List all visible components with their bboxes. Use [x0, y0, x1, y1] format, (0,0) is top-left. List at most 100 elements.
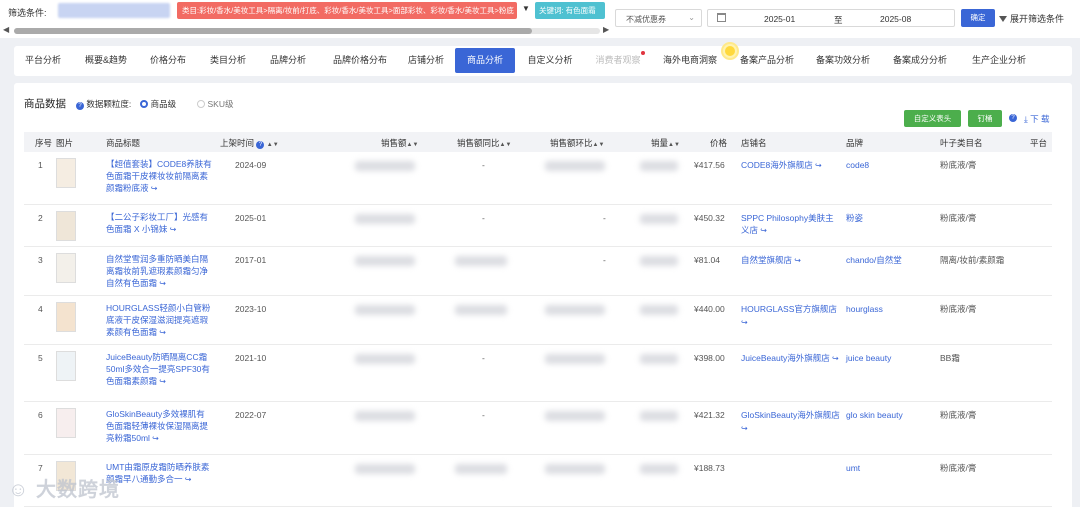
product-title-link[interactable]: 【超值套装】CODE8养肤有色面霜干皮裸妆妆前隔离素颜霜粉底液 ↪: [106, 158, 212, 195]
col-sales-mom[interactable]: 销售额环比▲▼: [550, 137, 604, 149]
tab-brand[interactable]: 品牌分析: [262, 48, 314, 73]
shop-name-link[interactable]: JuiceBeauty海外旗舰店 ↪: [741, 352, 841, 365]
shop-name-text[interactable]: 自然堂旗舰店: [741, 255, 792, 265]
dropdown-triangle-icon[interactable]: ▼: [522, 4, 530, 13]
shop-name-text[interactable]: GloSkinBeauty海外旗舰店: [741, 410, 840, 420]
tab-category[interactable]: 类目分析: [202, 48, 254, 73]
radio-sku-level[interactable]: SKU级: [196, 99, 234, 109]
help-icon[interactable]: ?: [76, 102, 84, 110]
sort-icon[interactable]: ▲▼: [267, 142, 279, 148]
help-icon[interactable]: ?: [1009, 114, 1017, 122]
scroll-left-icon[interactable]: ◀: [3, 25, 9, 34]
pin-button[interactable]: 钉桶: [968, 110, 1002, 127]
tab-product[interactable]: 商品分析: [455, 48, 515, 73]
open-link-icon[interactable]: ↪: [149, 184, 158, 193]
brand-link[interactable]: code8: [846, 159, 869, 171]
price: ¥398.00: [694, 353, 725, 363]
product-title-link[interactable]: GloSkinBeauty多效裸肌有色面霜轻薄裸妆保湿隔离提亮粉霜50ml ↪: [106, 408, 212, 445]
product-title-text[interactable]: 【超值套装】CODE8养肤有色面霜干皮裸妆妆前隔离素颜霜粉底液: [106, 159, 212, 193]
open-link-icon[interactable]: ↪: [157, 328, 166, 337]
brand-link[interactable]: hourglass: [846, 303, 883, 315]
tab-price-distribution[interactable]: 价格分布: [142, 48, 194, 73]
category-filter-tag[interactable]: 类目:彩妆/香水/美妆工具>隔离/妆前/打底、彩妆/香水/美妆工具>面部彩妆、彩…: [177, 2, 517, 19]
sort-icon[interactable]: ▲▼: [593, 142, 605, 148]
download-button[interactable]: ⤓ 下 载: [1024, 113, 1050, 125]
tab-overseas[interactable]: 海外电商洞察: [654, 48, 726, 73]
expand-filters-button[interactable]: 展开筛选条件: [999, 12, 1064, 25]
product-title-text[interactable]: 【二公子彩妆工厂】光感有色面霜 X 小锦妹: [106, 212, 208, 234]
shop-name-text[interactable]: JuiceBeauty海外旗舰店: [741, 353, 830, 363]
sales-mom: -: [603, 213, 606, 223]
shop-name-link[interactable]: 自然堂旗舰店 ↪: [741, 254, 841, 267]
tab-manufacturer[interactable]: 生产企业分析: [964, 48, 1034, 73]
tab-brand-price[interactable]: 品牌价格分布: [322, 48, 398, 73]
product-thumbnail[interactable]: [56, 253, 76, 283]
radio-sku-label: SKU级: [207, 99, 234, 109]
open-link-icon[interactable]: ↪: [741, 318, 748, 327]
shop-name-link[interactable]: CODE8海外旗舰店 ↪: [741, 159, 841, 172]
launch-date: 2023-10: [235, 304, 267, 314]
col-volume[interactable]: 销量▲▼: [651, 137, 680, 149]
brand-link[interactable]: umt: [846, 462, 860, 474]
tab-filing-efficacy[interactable]: 备案功效分析: [810, 48, 876, 73]
shop-name-text[interactable]: HOURGLASS官方旗舰店: [741, 304, 837, 314]
shop-name-text[interactable]: SPPC Philosophy美肤主义店: [741, 213, 834, 235]
tab-shop[interactable]: 店铺分析: [400, 48, 452, 73]
open-link-icon[interactable]: ↪: [813, 161, 822, 170]
date-range-picker[interactable]: 2025-01 至 2025-08: [707, 9, 955, 27]
tab-filing-ingredient[interactable]: 备案成分分析: [887, 48, 953, 73]
open-link-icon[interactable]: ↪: [167, 225, 177, 234]
product-thumbnail[interactable]: [56, 211, 76, 241]
product-thumbnail[interactable]: [56, 351, 76, 381]
open-link-icon[interactable]: ↪: [792, 256, 801, 265]
col-launch[interactable]: 上架时间 ? ▲▼: [220, 137, 279, 149]
coupon-select[interactable]: 不减优惠券 ⌄: [615, 9, 702, 27]
product-title-text[interactable]: UMT由霜原皮霜防晒养肤素颜霜早八通勤多合一: [106, 462, 209, 484]
tab-overview-trend[interactable]: 概要&趋势: [76, 48, 136, 73]
product-thumbnail[interactable]: [56, 158, 76, 188]
product-title-link[interactable]: JuiceBeauty防晒隔离CC霜50ml多效合一提亮SPF30有色面霜素颜霜…: [106, 351, 212, 388]
tab-consumer[interactable]: 消费者观察: [588, 48, 648, 73]
sales-yoy: -: [482, 160, 485, 170]
sort-icon[interactable]: ▲▼: [407, 142, 419, 148]
custom-header-button[interactable]: 自定义表头: [904, 110, 961, 127]
confirm-button[interactable]: 确定: [961, 9, 995, 27]
help-icon[interactable]: ?: [256, 141, 265, 149]
open-link-icon[interactable]: ↪: [183, 475, 192, 484]
open-link-icon[interactable]: ↪: [741, 424, 748, 433]
brand-link[interactable]: 粉姿: [846, 212, 863, 224]
date-to[interactable]: 2025-08: [880, 14, 911, 24]
product-thumbnail[interactable]: [56, 408, 76, 438]
keyword-filter-tag[interactable]: 关键词: 有色面霜: [535, 2, 605, 19]
sort-icon[interactable]: ▲▼: [668, 142, 680, 148]
brand-link[interactable]: glo skin beauty: [846, 409, 903, 421]
date-from[interactable]: 2025-01: [764, 14, 795, 24]
shop-name-text[interactable]: CODE8海外旗舰店: [741, 160, 813, 170]
open-link-icon[interactable]: ↪: [150, 434, 159, 443]
shop-name-link[interactable]: GloSkinBeauty海外旗舰店 ↪: [741, 409, 841, 435]
shop-name-link[interactable]: SPPC Philosophy美肤主义店 ↪: [741, 212, 841, 237]
product-title-link[interactable]: 【二公子彩妆工厂】光感有色面霜 X 小锦妹 ↪: [106, 211, 212, 236]
brand-link[interactable]: juice beauty: [846, 352, 891, 364]
open-link-icon[interactable]: ↪: [758, 226, 767, 235]
scroll-right-icon[interactable]: ▶: [603, 25, 609, 34]
tab-platform[interactable]: 平台分析: [16, 48, 70, 73]
radio-product-level[interactable]: 商品级: [139, 99, 176, 109]
product-title-link[interactable]: 自然堂雪润多重防晒美白隔离霜妆前乳遮瑕素颜霜匀净自然有色面霜 ↪: [106, 253, 212, 290]
open-link-icon[interactable]: ↪: [157, 377, 166, 386]
scroll-thumb[interactable]: [14, 28, 532, 34]
product-title-link[interactable]: UMT由霜原皮霜防晒养肤素颜霜早八通勤多合一 ↪: [106, 461, 212, 486]
product-title-link[interactable]: HOURGLASS轻颜小白管粉底液干皮保湿滋润提亮遮瑕素颜有色面霜 ↪: [106, 302, 212, 339]
col-sales[interactable]: 销售额▲▼: [381, 137, 418, 149]
shop-name-link[interactable]: HOURGLASS官方旗舰店 ↪: [741, 303, 841, 329]
open-link-icon[interactable]: ↪: [830, 354, 839, 363]
filter-scrollbar[interactable]: ◀ ▶: [0, 25, 612, 37]
open-link-icon[interactable]: ↪: [157, 279, 166, 288]
sort-icon[interactable]: ▲▼: [500, 142, 512, 148]
tab-filing-product[interactable]: 备案产品分析: [734, 48, 800, 73]
tab-custom[interactable]: 自定义分析: [520, 48, 580, 73]
filter-label: 筛选条件:: [8, 8, 47, 18]
brand-link[interactable]: chando/自然堂: [846, 254, 902, 266]
col-sales-yoy[interactable]: 销售额同比▲▼: [457, 137, 511, 149]
product-thumbnail[interactable]: [56, 302, 76, 332]
